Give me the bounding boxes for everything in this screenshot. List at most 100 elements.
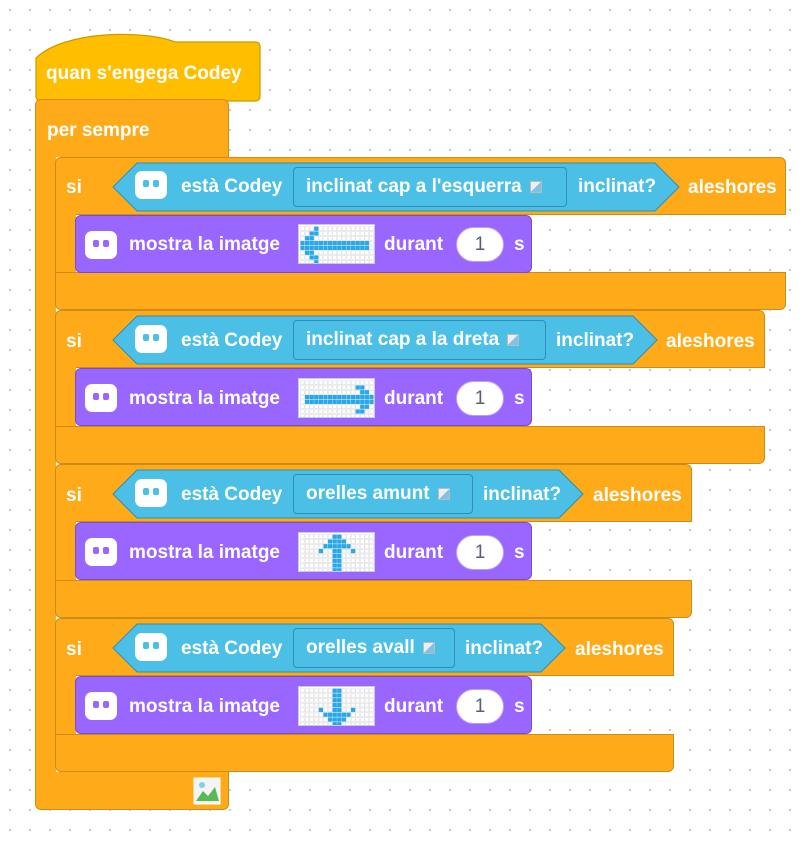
led-pixel-off	[323, 717, 328, 722]
show-image-block-2[interactable]: mostra la imatge durant 1 s	[75, 368, 532, 426]
led-pixel-on	[364, 404, 370, 409]
led-pixel-on	[341, 399, 347, 405]
led-pixel-off	[355, 712, 360, 717]
led-pixel-off	[341, 558, 347, 563]
led-pixel-on	[355, 240, 360, 246]
tilt-dropdown[interactable]: inclinat cap a la dreta	[293, 320, 546, 360]
led-pixel-on	[360, 385, 365, 390]
seconds-unit: s	[514, 234, 525, 255]
led-pixel-off	[337, 390, 342, 395]
led-pixel-off	[332, 255, 337, 260]
led-pixel-off	[318, 226, 324, 231]
led-pixel-off	[327, 250, 333, 255]
led-pixel-off	[318, 544, 324, 549]
led-pixel-off	[314, 712, 319, 717]
led-pixel-off	[346, 226, 351, 231]
led-pixel-off	[360, 226, 365, 231]
show-image-label: mostra la imatge	[129, 388, 280, 409]
event-hat-block[interactable]: quan s'engega Codey	[35, 28, 261, 102]
codey-icon	[135, 325, 167, 353]
led-pixel-off	[350, 390, 356, 395]
led-pixel-on	[314, 231, 319, 236]
led-pixel-off	[332, 385, 337, 390]
tilt-dropdown[interactable]: orelles avall	[293, 628, 455, 668]
led-pixel-off	[309, 544, 314, 549]
led-matrix-arrow-right[interactable]	[298, 378, 375, 418]
led-pixel-off	[323, 563, 328, 568]
led-pixel-off	[346, 722, 351, 725]
tilted-label: inclinat?	[556, 330, 635, 351]
led-pixel-off	[350, 544, 356, 549]
led-pixel-off	[309, 390, 314, 395]
led-pixel-off	[364, 693, 370, 698]
tilt-dropdown[interactable]: orelles amunt	[293, 474, 473, 514]
led-pixel-off	[300, 722, 305, 725]
led-pixel-off	[323, 688, 328, 693]
led-pixel-off	[314, 385, 319, 390]
led-pixel-on	[327, 399, 333, 405]
led-pixel-off	[318, 380, 324, 385]
show-image-block-3[interactable]: mostra la imatge durant 1 s	[75, 522, 532, 580]
led-pixel-off	[304, 534, 310, 539]
led-pixel-off	[314, 707, 319, 713]
led-pixel-off	[350, 688, 356, 693]
led-pixel-on	[332, 702, 337, 708]
led-pixel-off	[364, 568, 370, 571]
led-pixel-off	[360, 544, 365, 549]
led-matrix-arrow-up[interactable]	[298, 532, 375, 572]
led-pixel-off	[327, 414, 333, 417]
led-pixel-on	[314, 260, 319, 263]
led-pixel-off	[314, 548, 319, 554]
led-pixel-on	[318, 707, 324, 713]
seconds-input[interactable]: 1	[456, 689, 504, 724]
led-pixel-off	[337, 414, 342, 417]
led-pixel-off	[327, 534, 333, 539]
led-pixel-off	[350, 409, 356, 414]
tilt-dropdown[interactable]: inclinat cap a l'esquerra	[293, 167, 567, 207]
led-pixel-off	[300, 563, 305, 568]
led-pixel-off	[360, 693, 365, 698]
led-pixel-off	[300, 717, 305, 722]
show-image-block-4[interactable]: mostra la imatge durant 1 s	[75, 676, 532, 734]
forever-block-top[interactable]: per sempre	[35, 99, 229, 157]
led-pixel-on	[332, 698, 337, 703]
led-matrix-arrow-left[interactable]	[298, 224, 375, 264]
led-pixel-off	[337, 385, 342, 390]
forever-block-bottom[interactable]	[35, 772, 229, 810]
led-pixel-on	[318, 240, 324, 246]
led-pixel-off	[309, 409, 314, 414]
led-pixel-on	[346, 240, 351, 246]
show-image-block-1[interactable]: mostra la imatge durant 1 s	[75, 215, 532, 273]
led-matrix-arrow-down[interactable]	[298, 686, 375, 726]
led-pixel-off	[369, 385, 374, 390]
led-pixel-off	[318, 722, 324, 725]
led-pixel-on	[314, 399, 319, 405]
seconds-input[interactable]: 1	[456, 535, 504, 570]
led-pixel-off	[369, 544, 374, 549]
led-pixel-off	[309, 226, 314, 231]
seconds-input[interactable]: 1	[456, 227, 504, 262]
led-pixel-on	[360, 409, 365, 414]
tilt-option-label: inclinat cap a la dreta	[306, 329, 500, 350]
if-block-2-bottom	[55, 426, 765, 464]
led-pixel-off	[327, 409, 333, 414]
led-pixel-off	[323, 693, 328, 698]
led-pixel-off	[327, 693, 333, 698]
seconds-input[interactable]: 1	[456, 381, 504, 416]
led-pixel-off	[314, 717, 319, 722]
led-pixel-off	[327, 702, 333, 708]
led-pixel-off	[323, 404, 328, 409]
led-pixel-off	[327, 568, 333, 571]
led-pixel-on	[323, 245, 328, 251]
led-pixel-off	[355, 236, 360, 241]
led-pixel-off	[318, 698, 324, 703]
led-pixel-on	[364, 245, 370, 251]
led-pixel-off	[327, 385, 333, 390]
led-pixel-off	[364, 698, 370, 703]
led-pixel-off	[355, 414, 360, 417]
led-pixel-off	[304, 390, 310, 395]
led-pixel-off	[323, 568, 328, 571]
led-pixel-on	[332, 717, 337, 722]
led-pixel-off	[327, 260, 333, 263]
led-pixel-off	[300, 698, 305, 703]
